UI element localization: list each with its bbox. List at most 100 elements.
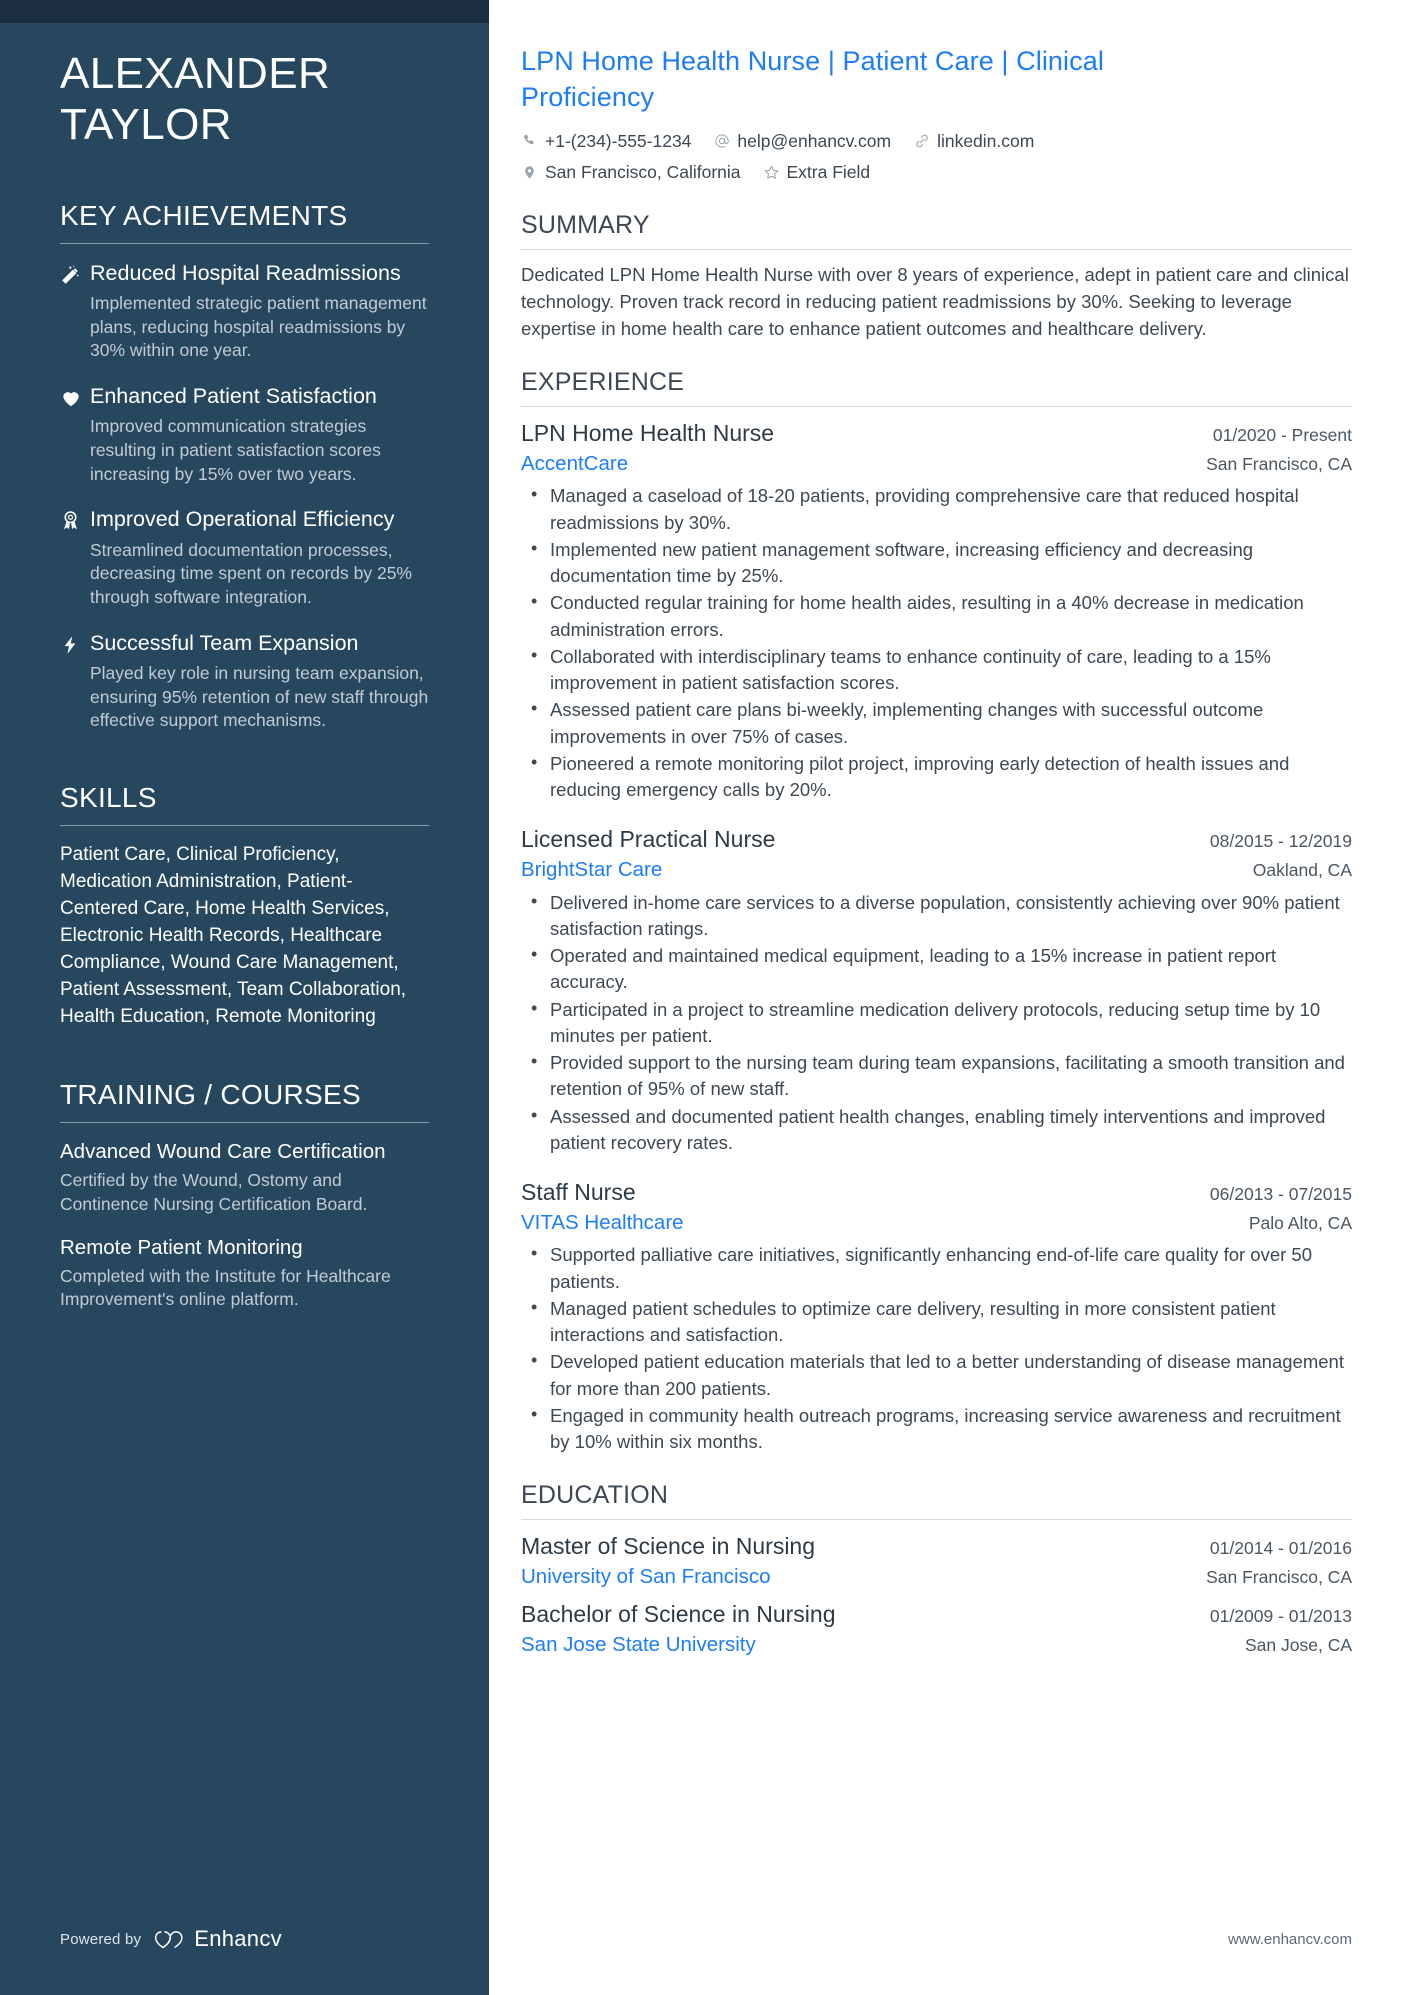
summary-section: SUMMARY Dedicated LPN Home Health Nurse … [521,211,1352,342]
section-divider [521,249,1352,251]
experience-dates: 08/2015 - 12/2019 [1209,831,1352,852]
achievement-title: Enhanced Patient Satisfaction [90,383,377,408]
experience-job-title: Licensed Practical Nurse [521,826,776,853]
skills-heading: SKILLS [60,782,157,814]
education-degree: Master of Science in Nursing [521,1533,816,1560]
list-item: Developed patient education materials th… [531,1348,1352,1402]
list-item: Engaged in community health outreach pro… [531,1402,1352,1456]
key-achievements-section: KEY ACHIEVEMENTS Reduced Hospital Readmi… [60,199,429,733]
experience-entry: LPN Home Health Nurse 01/2020 - Present … [521,419,1352,803]
list-item: Managed patient schedules to optimize ca… [531,1295,1352,1349]
experience-bullet-list: Managed a caseload of 18-20 patients, pr… [521,482,1352,803]
skills-list: Patient Care, Clinical Proficiency, Medi… [60,843,407,1027]
experience-location: Oakland, CA [1252,859,1352,880]
contact-phone[interactable]: +1-(234)-555-1234 [521,128,691,154]
contact-linkedin-text: linkedin.com [937,130,1035,151]
enhancv-logo: Enhancv [154,1926,282,1952]
list-item: Participated in a project to streamline … [531,996,1352,1050]
list-item: Managed a caseload of 18-20 patients, pr… [531,482,1352,536]
experience-job-title: LPN Home Health Nurse [521,420,775,447]
section-divider [521,406,1352,408]
location-pin-icon [521,164,538,181]
achievement-item: Enhanced Patient Satisfaction Improved c… [60,383,429,486]
education-heading: EDUCATION [521,1481,669,1510]
experience-company[interactable]: BrightStar Care [521,857,662,884]
experience-dates: 01/2020 - Present [1212,425,1352,446]
achievement-description: Implemented strategic patient management… [90,293,427,361]
list-item: Assessed and documented patient health c… [531,1103,1352,1157]
course-item: Remote Patient Monitoring Completed with… [60,1235,429,1312]
education-dates: 01/2014 - 01/2016 [1209,1538,1352,1559]
achievement-item: Reduced Hospital Readmissions Implemente… [60,260,429,363]
achievement-item: Successful Team Expansion Played key rol… [60,630,429,733]
achievement-description: Played key role in nursing team expansio… [90,663,429,731]
lightning-bolt-icon [60,630,90,656]
summary-heading: SUMMARY [521,211,650,240]
list-item: Delivered in-home care services to a div… [531,889,1352,943]
section-divider [60,824,429,826]
phone-icon [521,132,538,149]
list-item: Supported palliative care initiatives, s… [531,1241,1352,1295]
achievement-title: Improved Operational Efficiency [90,507,395,532]
achievement-description: Improved communication strategies result… [90,416,381,484]
at-email-icon [713,132,730,149]
course-description: Certified by the Wound, Ostomy and Conti… [60,1170,368,1214]
education-school[interactable]: University of San Francisco [521,1564,771,1591]
sidebar: ALEXANDER TAYLOR KEY ACHIEVEMENTS Reduce… [0,0,489,1995]
contact-email[interactable]: help@enhancv.com [713,128,891,154]
contact-info: +1-(234)-555-1234 help@enhancv.com linke… [521,128,1141,186]
experience-job-title: Staff Nurse [521,1179,636,1206]
enhancv-wordmark: Enhancv [194,1926,282,1951]
achievement-item: Improved Operational Efficiency Streamli… [60,506,429,609]
heart-icon [60,383,90,409]
key-achievements-heading: KEY ACHIEVEMENTS [60,199,348,231]
experience-bullet-list: Supported palliative care initiatives, s… [521,1241,1352,1456]
list-item: Assessed patient care plans bi-weekly, i… [531,696,1352,750]
experience-entry: Licensed Practical Nurse 08/2015 - 12/20… [521,825,1352,1156]
education-entry: Bachelor of Science in Nursing 01/2009 -… [521,1600,1352,1658]
contact-location-text: San Francisco, California [545,162,741,183]
sidebar-top-accent-bar [0,0,489,23]
course-description: Completed with the Institute for Healthc… [60,1265,391,1310]
experience-location: Palo Alto, CA [1248,1212,1352,1233]
achievement-title: Reduced Hospital Readmissions [90,260,401,285]
experience-company[interactable]: AccentCare [521,451,628,478]
section-divider [521,1519,1352,1521]
experience-heading: EXPERIENCE [521,368,685,397]
sidebar-footer: Powered by Enhancv [60,1926,282,1952]
contact-linkedin[interactable]: linkedin.com [913,128,1034,154]
experience-entry: Staff Nurse 06/2013 - 07/2015 VITAS Heal… [521,1178,1352,1455]
contact-email-text: help@enhancv.com [737,130,892,151]
section-divider [60,1122,429,1124]
footer-website-url[interactable]: www.enhancv.com [1228,1931,1352,1948]
award-ribbon-icon [60,506,90,531]
contact-extra-field-text: Extra Field [786,162,871,183]
experience-bullet-list: Delivered in-home care services to a div… [521,889,1352,1157]
page-title: LPN Home Health Nurse | Patient Care | C… [521,46,1104,112]
contact-location[interactable]: San Francisco, California [521,159,741,185]
education-section: EDUCATION Master of Science in Nursing 0… [521,1481,1352,1658]
education-entry: Master of Science in Nursing 01/2014 - 0… [521,1532,1352,1590]
list-item: Implemented new patient management softw… [531,536,1352,590]
contact-phone-text: +1-(234)-555-1234 [545,130,692,151]
candidate-first-name: ALEXANDER [60,49,331,98]
list-item: Collaborated with interdisciplinary team… [531,643,1352,697]
list-item: Conducted regular training for home heal… [531,589,1352,643]
experience-section: EXPERIENCE LPN Home Health Nurse 01/2020… [521,368,1352,1455]
enhancv-mark-icon [155,1931,183,1949]
education-location: San Francisco, CA [1206,1566,1352,1587]
training-courses-heading: TRAINING / COURSES [60,1079,361,1111]
contact-extra-field[interactable]: Extra Field [763,159,871,185]
experience-company[interactable]: VITAS Healthcare [521,1210,684,1237]
training-courses-section: TRAINING / COURSES Advanced Wound Care C… [60,1078,429,1312]
summary-text: Dedicated LPN Home Health Nurse with ove… [521,264,1349,339]
link-icon [913,132,930,149]
section-divider [60,242,429,244]
education-school[interactable]: San Jose State University [521,1632,756,1659]
skills-section: SKILLS Patient Care, Clinical Proficienc… [60,781,429,1030]
star-icon [763,164,780,181]
resume-page: ALEXANDER TAYLOR KEY ACHIEVEMENTS Reduce… [0,0,1410,1995]
course-title: Advanced Wound Care Certification [60,1140,386,1164]
powered-by-label: Powered by [60,1930,142,1948]
achievement-description: Streamlined documentation processes, dec… [90,539,412,608]
